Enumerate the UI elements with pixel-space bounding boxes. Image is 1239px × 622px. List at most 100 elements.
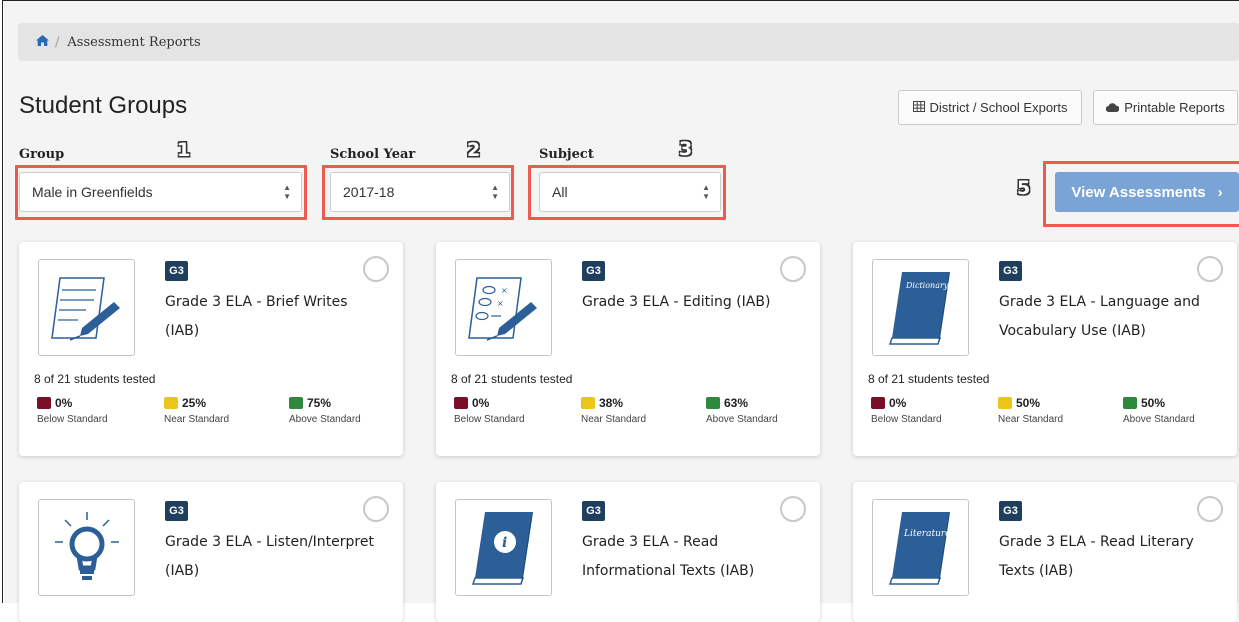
grade-badge: G3 [165, 261, 188, 281]
below-standard-swatch [454, 397, 468, 409]
select-arrows-icon: ▲ ▼ [283, 183, 291, 201]
below-standard-label: Below Standard [454, 414, 525, 425]
near-standard-label: Near Standard [998, 414, 1064, 425]
below-standard-value: 0% [55, 396, 73, 410]
above-standard-value: 75% [307, 396, 332, 410]
home-icon[interactable] [36, 34, 49, 50]
stat-near-standard: 50% Near Standard [998, 396, 1063, 425]
below-standard-value: 0% [472, 396, 490, 410]
near-standard-swatch [164, 397, 178, 409]
select-arrows-icon: ▲ ▼ [702, 183, 710, 201]
info-text: i [502, 535, 507, 551]
near-standard-swatch [998, 397, 1012, 409]
below-standard-value: 0% [889, 396, 907, 410]
stat-above-standard: 63% Above Standard [706, 396, 778, 425]
above-standard-label: Above Standard [289, 414, 361, 425]
callout-number-3: 3 [679, 138, 693, 160]
above-standard-swatch [706, 397, 720, 409]
table-icon [912, 100, 925, 115]
stat-below-standard: 0% Below Standard [871, 396, 942, 425]
assessment-card[interactable]: × × G3 Grade 3 ELA - Editing (IAB) 8 of … [436, 242, 820, 456]
assessment-card[interactable]: i G3 Grade 3 ELA - Read Informational Te… [436, 482, 820, 622]
callout-number-5: 5 [1017, 177, 1031, 199]
group-label: Group [19, 147, 65, 162]
near-standard-value: 25% [182, 396, 207, 410]
card-select-radio[interactable] [1197, 496, 1223, 522]
svg-text:×: × [501, 286, 508, 295]
card-select-radio[interactable] [363, 256, 389, 282]
school-year-select-value: 2017-18 [343, 184, 395, 200]
page-title: Student Groups [19, 92, 188, 119]
stat-above-standard: 50% Above Standard [1123, 396, 1195, 425]
app-frame: / Assessment Reports Student Groups Dist… [2, 0, 1239, 622]
chevron-right-icon: › [1217, 183, 1223, 201]
above-standard-value: 63% [724, 396, 749, 410]
grade-badge: G3 [999, 261, 1022, 281]
info-book-icon: i [455, 499, 552, 596]
dictionary-text: Dictionary [905, 281, 949, 290]
card-title: Grade 3 ELA - Language and Vocabulary Us… [999, 294, 1200, 339]
school-year-select[interactable]: 2017-18 ▲ ▼ [330, 172, 510, 212]
assessment-card[interactable]: G3 Grade 3 ELA - Listen/Interpret (IAB) [19, 482, 403, 622]
stat-above-standard: 75% Above Standard [289, 396, 361, 425]
breadcrumb: / Assessment Reports [18, 23, 1239, 61]
group-select[interactable]: Male in Greenfields ▲ ▼ [19, 172, 302, 212]
card-title: Grade 3 ELA - Editing (IAB) [582, 294, 771, 310]
near-standard-label: Near Standard [164, 414, 230, 425]
card-select-radio[interactable] [1197, 256, 1223, 282]
above-standard-label: Above Standard [1123, 414, 1195, 425]
card-title: Grade 3 ELA - Listen/Interpret (IAB) [165, 534, 374, 579]
above-standard-value: 50% [1141, 396, 1166, 410]
group-select-value: Male in Greenfields [32, 184, 153, 200]
near-standard-swatch [581, 397, 595, 409]
assessment-card[interactable]: G3 Grade 3 ELA - Brief Writes (IAB) 8 of… [19, 242, 403, 456]
subject-select[interactable]: All ▲ ▼ [539, 172, 721, 212]
stat-below-standard: 0% Below Standard [454, 396, 525, 425]
grade-badge: G3 [582, 261, 605, 281]
lightbulb-icon [38, 499, 135, 596]
district-school-exports-button[interactable]: District / School Exports [898, 90, 1082, 125]
students-tested: 8 of 21 students tested [451, 372, 573, 386]
literature-text: Literature [903, 529, 951, 539]
students-tested: 8 of 21 students tested [868, 372, 990, 386]
near-standard-value: 38% [599, 396, 624, 410]
svg-text:×: × [497, 299, 504, 308]
grade-badge: G3 [165, 501, 188, 521]
stat-near-standard: 25% Near Standard [164, 396, 229, 425]
writing-icon [38, 259, 135, 356]
card-select-radio[interactable] [780, 256, 806, 282]
cloud-icon [1106, 101, 1120, 115]
card-title: Grade 3 ELA - Read Informational Texts (… [582, 534, 755, 579]
breadcrumb-current: Assessment Reports [67, 34, 201, 50]
above-standard-label: Above Standard [706, 414, 778, 425]
view-assessments-label: View Assessments [1071, 183, 1206, 201]
below-standard-label: Below Standard [871, 414, 942, 425]
card-title: Grade 3 ELA - Brief Writes (IAB) [165, 294, 348, 339]
assessment-card[interactable]: Literature G3 Grade 3 ELA - Read Literar… [853, 482, 1237, 622]
below-standard-swatch [37, 397, 51, 409]
above-standard-swatch [1123, 397, 1137, 409]
stat-below-standard: 0% Below Standard [37, 396, 108, 425]
printable-reports-label: Printable Reports [1124, 100, 1225, 115]
grade-badge: G3 [999, 501, 1022, 521]
near-standard-label: Near Standard [581, 414, 647, 425]
school-year-label: School Year [330, 147, 416, 162]
district-school-exports-label: District / School Exports [929, 100, 1068, 115]
subject-label: Subject [539, 147, 594, 162]
subject-select-value: All [552, 184, 568, 200]
printable-reports-button[interactable]: Printable Reports [1093, 90, 1238, 125]
below-standard-label: Below Standard [37, 414, 108, 425]
card-title: Grade 3 ELA - Read Literary Texts (IAB) [999, 534, 1194, 579]
above-standard-swatch [289, 397, 303, 409]
editing-icon: × × [455, 259, 552, 356]
card-select-radio[interactable] [780, 496, 806, 522]
card-select-radio[interactable] [363, 496, 389, 522]
grade-badge: G3 [582, 501, 605, 521]
assessment-card[interactable]: Dictionary G3 Grade 3 ELA - Language and… [853, 242, 1237, 456]
view-assessments-button[interactable]: View Assessments › [1055, 172, 1239, 212]
stat-near-standard: 38% Near Standard [581, 396, 646, 425]
callout-number-1: 1 [177, 139, 191, 161]
dictionary-icon: Dictionary [872, 259, 969, 356]
below-standard-swatch [871, 397, 885, 409]
select-arrows-icon: ▲ ▼ [491, 183, 499, 201]
